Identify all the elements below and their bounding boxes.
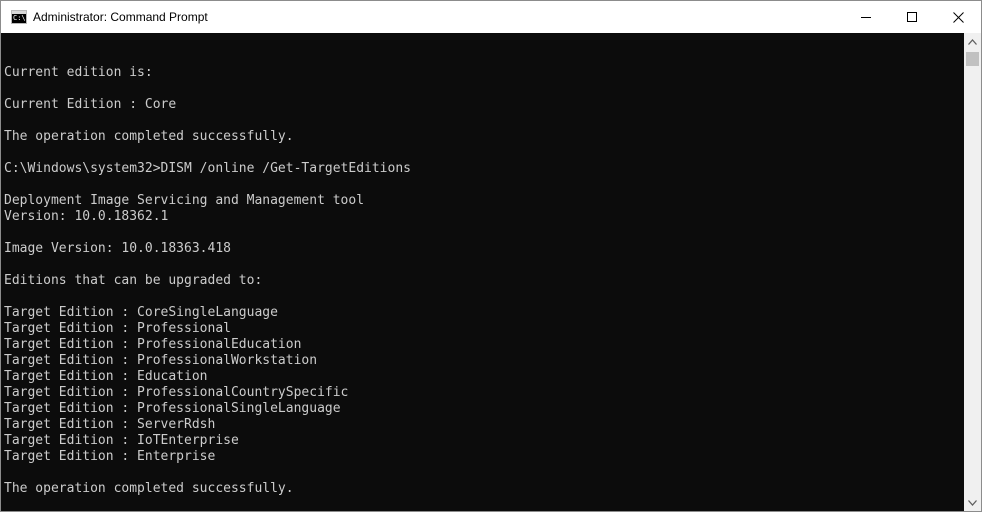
console-line: Image Version: 10.0.18363.418: [4, 241, 231, 256]
console-line: Current Edition : Core: [4, 97, 177, 112]
console-line: Target Edition : ProfessionalSingleLangu…: [4, 401, 341, 416]
console-line: Deployment Image Servicing and Managemen…: [4, 193, 365, 208]
console-line: Editions that can be upgraded to:: [4, 273, 263, 288]
close-icon: [952, 11, 964, 23]
console-output-area[interactable]: Current edition is: Current Edition : Co…: [1, 33, 964, 511]
maximize-button[interactable]: [889, 1, 935, 33]
console-line: Target Edition : ServerRdsh: [4, 417, 216, 432]
console-line: Current edition is:: [4, 65, 153, 80]
scrollbar-thumb[interactable]: [966, 52, 979, 66]
console-line: Target Edition : Professional: [4, 321, 231, 336]
console-line: Target Edition : ProfessionalEducation: [4, 337, 302, 352]
maximize-icon: [907, 12, 917, 22]
command-prompt-window: C:\ Administrator: Command Prompt Curren…: [0, 0, 982, 512]
cmd-icon-glyph: C:\: [13, 14, 26, 22]
console-line: The operation completed successfully.: [4, 481, 294, 496]
console-line: Target Edition : Education: [4, 369, 208, 384]
vertical-scrollbar[interactable]: [964, 33, 981, 511]
cmd-app-icon[interactable]: C:\: [11, 10, 27, 24]
window-title: Administrator: Command Prompt: [33, 10, 208, 24]
console-line: Target Edition : IoTEnterprise: [4, 433, 239, 448]
console-line: Target Edition : ProfessionalWorkstation: [4, 353, 318, 368]
title-bar[interactable]: C:\ Administrator: Command Prompt: [1, 1, 981, 33]
console-text: Current edition is: Current Edition : Co…: [1, 33, 964, 511]
minimize-icon: [861, 17, 871, 18]
scroll-up-button[interactable]: [964, 33, 981, 50]
console-line: Target Edition : Enterprise: [4, 449, 216, 464]
scroll-down-button[interactable]: [964, 494, 981, 511]
console-line: Version: 10.0.18362.1: [4, 209, 169, 224]
window-controls: [843, 1, 981, 33]
console-line: Target Edition : CoreSingleLanguage: [4, 305, 278, 320]
console-line: The operation completed successfully.: [4, 129, 294, 144]
chevron-down-icon: [968, 499, 977, 506]
console-line: Target Edition : ProfessionalCountrySpec…: [4, 385, 349, 400]
console-line: C:\Windows\system32>DISM /online /Get-Ta…: [4, 161, 411, 176]
chevron-up-icon: [968, 38, 977, 45]
minimize-button[interactable]: [843, 1, 889, 33]
close-button[interactable]: [935, 1, 981, 33]
